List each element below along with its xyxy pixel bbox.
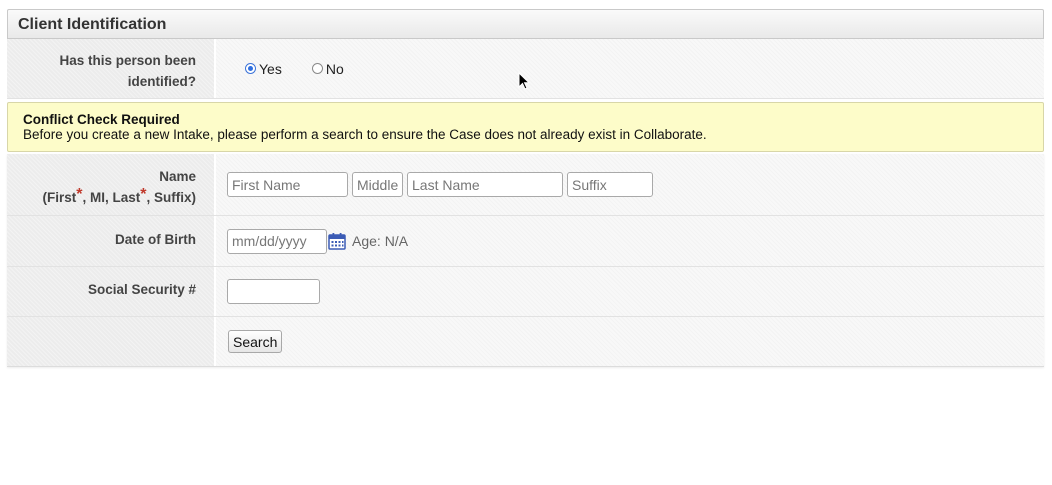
alert-title: Conflict Check Required <box>23 112 180 127</box>
dob-label: Date of Birth <box>7 216 214 266</box>
search-actions: Search <box>216 317 1044 366</box>
yes-radio[interactable] <box>245 63 256 74</box>
name-label-mid: , MI, Last <box>82 190 141 205</box>
search-button[interactable]: Search <box>228 330 283 353</box>
required-mark-last: * <box>140 186 147 203</box>
middle-name-input[interactable] <box>352 172 403 197</box>
ssn-label: Social Security # <box>7 267 214 316</box>
required-mark-first: * <box>76 186 83 203</box>
name-label-end: , Suffix) <box>146 190 197 205</box>
last-name-input[interactable] <box>407 172 563 197</box>
suffix-input[interactable] <box>567 172 653 197</box>
ssn-input[interactable] <box>227 279 320 304</box>
alert-message: Before you create a new Intake, please p… <box>23 127 707 142</box>
mouse-cursor-icon <box>518 72 530 90</box>
dob-input[interactable] <box>227 228 327 254</box>
ssn-fields <box>216 267 1044 316</box>
search-row: Search <box>7 317 1044 367</box>
name-label-first: (First <box>42 190 77 205</box>
yes-label: Yes <box>259 60 282 77</box>
identified-no-option[interactable]: No <box>311 60 344 77</box>
dob-fields: Age: N/A <box>216 216 1044 266</box>
identified-label: Has this person been identified? <box>7 39 214 98</box>
identified-yes-option[interactable]: Yes <box>245 61 282 77</box>
name-row: Name (First*, MI, Last*, Suffix) <box>7 154 1044 216</box>
name-fields <box>216 154 1044 215</box>
identified-radio-group: Yes No <box>216 39 1044 98</box>
panel-title: Client Identification <box>7 9 1044 39</box>
ssn-row: Social Security # <box>7 267 1044 317</box>
first-name-input[interactable] <box>227 172 348 197</box>
search-row-label <box>7 317 214 366</box>
calendar-icon[interactable] <box>328 232 346 250</box>
no-label: No <box>325 60 344 77</box>
age-display: Age: N/A <box>352 233 409 249</box>
name-label-parts: (First*, MI, Last*, Suffix) <box>7 186 197 208</box>
name-label-title: Name <box>159 169 196 184</box>
search-form: Name (First*, MI, Last*, Suffix) Date of… <box>7 154 1044 367</box>
conflict-check-alert: Conflict Check Required Before you creat… <box>7 102 1044 152</box>
no-radio[interactable] <box>311 63 323 74</box>
dob-row: Date of Birth Age: N/A <box>7 216 1044 267</box>
name-label: Name (First*, MI, Last*, Suffix) <box>7 154 214 215</box>
